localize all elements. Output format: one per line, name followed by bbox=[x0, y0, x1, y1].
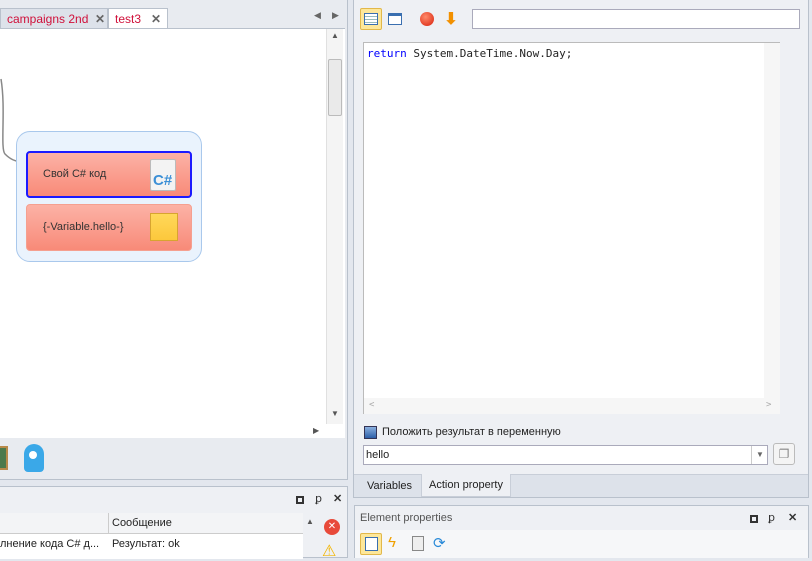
close-icon[interactable]: ✕ bbox=[151, 12, 161, 26]
blue-monster-icon[interactable] bbox=[24, 444, 44, 472]
refresh-icon[interactable]: ⟳ bbox=[433, 534, 446, 552]
editor-horizontal-scrollbar[interactable]: < > bbox=[364, 398, 780, 414]
row-action: лнение кода C# д... bbox=[0, 538, 100, 550]
designer-panel: campaigns 2nd ste ✕ test3 ✕ ◀ ▶ Свой C# ко… bbox=[0, 0, 348, 480]
chevron-down-icon[interactable]: ▼ bbox=[751, 446, 768, 464]
scroll-thumb[interactable] bbox=[328, 59, 342, 116]
close-icon[interactable]: ✕ bbox=[333, 492, 342, 505]
log-table: Сообщение лнение кода C# д... Результат:… bbox=[0, 513, 303, 559]
column-header-action[interactable] bbox=[0, 513, 109, 534]
scroll-right-icon[interactable]: ▶ bbox=[313, 426, 319, 435]
csharp-file-icon: C# bbox=[150, 159, 176, 191]
code-line: return System.DateTime.Now.Day; bbox=[367, 47, 572, 60]
variable-combo[interactable]: hello ▼ bbox=[363, 445, 768, 465]
node-label: {-Variable.hello-} bbox=[43, 221, 124, 233]
maximize-icon[interactable] bbox=[296, 496, 304, 504]
search-input[interactable] bbox=[472, 9, 800, 29]
scroll-up-icon[interactable]: ▲ bbox=[331, 31, 339, 40]
code-editor[interactable]: return System.DateTime.Now.Day; < > bbox=[363, 42, 780, 414]
arrow-down-icon[interactable]: ⬇ bbox=[440, 8, 462, 30]
column-header-message[interactable]: Сообщение bbox=[112, 517, 172, 529]
properties-view-icon[interactable] bbox=[360, 8, 382, 30]
log-panel: ꝑ ✕ Сообщение лнение кода C# д... Резуль… bbox=[0, 486, 348, 561]
close-icon[interactable]: ✕ bbox=[788, 511, 797, 524]
workflow-canvas[interactable]: Свой C# код C# {-Variable.hello-} ▲ ▼ ▶ bbox=[0, 28, 345, 438]
scroll-up-icon[interactable]: ▲ bbox=[306, 517, 314, 526]
code-keyword: return bbox=[367, 47, 407, 60]
pin-icon[interactable]: ꝑ bbox=[768, 511, 775, 524]
log-header-row: Сообщение bbox=[0, 513, 303, 534]
tab-variables[interactable]: Variables bbox=[354, 475, 425, 497]
scroll-down-icon[interactable]: ▼ bbox=[331, 409, 339, 418]
row-message: Результат: ok bbox=[112, 538, 180, 550]
chalkboard-icon[interactable] bbox=[0, 446, 8, 470]
error-icon[interactable]: ✕ bbox=[324, 519, 340, 535]
table-row[interactable]: лнение кода C# д... Результат: ok bbox=[0, 535, 303, 555]
copy-button[interactable]: ❐ bbox=[773, 443, 795, 465]
node-label: Свой C# код bbox=[43, 168, 107, 180]
tab-action-property[interactable]: Action property bbox=[421, 474, 511, 497]
tab-campaigns[interactable]: campaigns 2nd ste ✕ bbox=[0, 8, 108, 29]
pin-icon[interactable]: ꝑ bbox=[315, 492, 322, 505]
variable-value: hello bbox=[366, 449, 390, 461]
panel-title: Element properties bbox=[360, 512, 453, 524]
maximize-icon[interactable] bbox=[750, 515, 758, 523]
tab-scroll-left-icon[interactable]: ◀ bbox=[314, 10, 321, 21]
store-result-label: Положить результат в переменную bbox=[382, 426, 561, 438]
code-action-panel: ⬇ return System.DateTime.Now.Day; < > Пол… bbox=[353, 0, 809, 498]
close-icon[interactable]: ✕ bbox=[95, 12, 105, 26]
categorized-view-icon[interactable] bbox=[360, 533, 382, 555]
action-group[interactable]: Свой C# код C# {-Variable.hello-} bbox=[16, 131, 202, 262]
stop-icon[interactable] bbox=[416, 8, 438, 30]
vertical-scrollbar[interactable]: ▲ ▼ bbox=[326, 29, 343, 424]
bottom-tabs: Variables Action property bbox=[354, 474, 808, 497]
sticky-note-icon bbox=[150, 213, 178, 241]
tab-label: campaigns 2nd ste bbox=[7, 12, 89, 26]
tab-test3[interactable]: test3 ✕ bbox=[108, 8, 168, 30]
store-result-checkbox[interactable] bbox=[364, 426, 377, 439]
events-lightning-icon[interactable]: ϟ bbox=[388, 534, 396, 551]
editor-vertical-scrollbar[interactable] bbox=[764, 43, 780, 398]
node-csharp[interactable]: Свой C# код C# bbox=[26, 151, 192, 198]
tab-scroll-right-icon[interactable]: ▶ bbox=[332, 10, 339, 21]
warning-icon[interactable]: ⚠ bbox=[322, 541, 336, 561]
window-lightning-icon[interactable] bbox=[384, 8, 406, 30]
property-pages-icon[interactable] bbox=[412, 536, 424, 551]
node-variable[interactable]: {-Variable.hello-} bbox=[26, 204, 192, 251]
code-text: System.DateTime.Now.Day; bbox=[406, 47, 573, 60]
element-properties-panel: Element properties ꝑ ✕ ϟ ⟳ bbox=[354, 505, 809, 558]
tab-label: test3 bbox=[115, 12, 142, 26]
